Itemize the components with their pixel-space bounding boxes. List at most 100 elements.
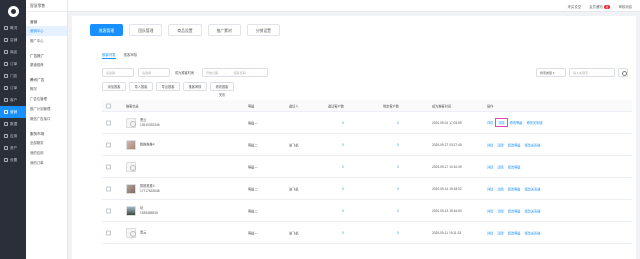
row-checkbox[interactable] bbox=[106, 230, 111, 235]
sidebar-item-10[interactable]: 资产 bbox=[0, 142, 26, 154]
row-checkbox[interactable] bbox=[106, 142, 111, 147]
row-checkbox[interactable] bbox=[106, 208, 111, 213]
subnav-item[interactable]: 广告位管理 bbox=[26, 94, 67, 104]
row-action-link[interactable]: 清除 bbox=[495, 118, 508, 127]
row-action-link[interactable]: 修改关系链 bbox=[525, 186, 541, 191]
row-action-link[interactable]: 修改等级 bbox=[508, 164, 521, 169]
row-action-link[interactable]: 修改等级 bbox=[510, 120, 523, 126]
subnav-item[interactable]: 推广计划管理 bbox=[26, 104, 67, 114]
search-icon[interactable] bbox=[618, 68, 628, 77]
subnav-item[interactable]: 微信广告接口 bbox=[26, 114, 67, 124]
top-link[interactable]: 来买说空 bbox=[568, 4, 582, 9]
top-bar: 来买说空 会员通知 新 审核消息 bbox=[68, 0, 640, 12]
subnav-item[interactable]: 渠道推荐 bbox=[26, 60, 67, 70]
avatar bbox=[126, 205, 136, 216]
row-action-link[interactable]: 详情 bbox=[487, 120, 493, 126]
bound-count[interactable]: 0 bbox=[397, 121, 399, 125]
row-action-link[interactable]: 详情 bbox=[487, 186, 493, 191]
member-notice[interactable]: 会员通知 新 bbox=[589, 4, 611, 9]
subnav-item[interactable]: 我的订单 bbox=[26, 158, 67, 168]
row-action-link[interactable]: 修改关系链 bbox=[525, 142, 541, 147]
bound-count[interactable]: 0 bbox=[397, 231, 399, 235]
action-button-0[interactable]: 添加推客 bbox=[102, 82, 126, 91]
row-action-link[interactable]: 修改等级 bbox=[508, 230, 521, 235]
row-checkbox[interactable] bbox=[106, 186, 111, 191]
row-action-link[interactable]: 详情 bbox=[487, 164, 493, 169]
row-actions: 详情 清除 修改等级 修改关系链 bbox=[487, 208, 540, 213]
row-action-link[interactable]: 清除 bbox=[497, 230, 503, 235]
sidebar-item-label: 商品 bbox=[10, 49, 18, 54]
search-input[interactable]: 输入关键字 bbox=[569, 68, 615, 77]
row-action-link[interactable]: 详情 bbox=[487, 208, 493, 213]
row-action-link[interactable]: 详情 bbox=[487, 142, 493, 147]
invited-count[interactable]: 0 bbox=[342, 231, 344, 235]
tab-0[interactable]: 推客管理 bbox=[90, 24, 124, 36]
bound-count[interactable]: 0 bbox=[397, 165, 399, 169]
bound-count[interactable]: 0 bbox=[397, 143, 399, 147]
row-checkbox[interactable] bbox=[106, 120, 111, 125]
tab-2[interactable]: 商品设置 bbox=[168, 24, 202, 36]
subnav-item[interactable]: 概况 bbox=[26, 84, 67, 94]
sidebar-item-9[interactable]: 应用 bbox=[0, 130, 26, 142]
invited-count[interactable]: 0 bbox=[342, 143, 344, 147]
row-action-link[interactable]: 修改关系链 bbox=[525, 230, 541, 235]
sidebar-item-4[interactable]: 门店 bbox=[0, 70, 26, 82]
store-icon bbox=[4, 38, 8, 42]
filter-select-2[interactable]: 请选择 bbox=[138, 68, 170, 77]
invited-count[interactable]: 0 bbox=[342, 121, 344, 125]
select-all-checkbox[interactable] bbox=[106, 103, 111, 108]
subtab-0[interactable]: 推客列表 bbox=[102, 52, 116, 59]
row-action-link[interactable]: 修改关系链 bbox=[527, 120, 543, 126]
sidebar-item-label: 订单 bbox=[10, 85, 18, 90]
sidebar-item-0[interactable]: 概况 bbox=[0, 22, 26, 34]
invited-count[interactable]: 0 bbox=[342, 209, 344, 213]
col-level: 等级 bbox=[248, 104, 255, 108]
sidebar-item-3[interactable]: 订单 bbox=[0, 58, 26, 70]
invited-count[interactable]: 0 bbox=[342, 165, 344, 169]
promoter-phone: 17717622648 bbox=[140, 188, 160, 193]
sidebar-item-5[interactable]: 订单 bbox=[0, 82, 26, 94]
action-button-3[interactable]: 推客审核 bbox=[183, 82, 207, 91]
join-time: 2020-09-11 19:11:33 bbox=[432, 230, 462, 235]
subnav-item[interactable]: 推广中心 bbox=[26, 36, 67, 46]
app-logo[interactable] bbox=[0, 0, 26, 22]
sidebar-item-11[interactable]: 设置 bbox=[0, 154, 26, 166]
subnav-item[interactable]: 我的应用 bbox=[26, 148, 67, 158]
bound-count[interactable]: 0 bbox=[397, 209, 399, 213]
row-action-link[interactable]: 修改等级 bbox=[508, 142, 521, 147]
invited-count[interactable]: 0 bbox=[342, 187, 344, 191]
filter-select-1[interactable]: 请选择 bbox=[102, 68, 134, 77]
row-action-link[interactable]: 修改等级 bbox=[508, 208, 521, 213]
row-action-link[interactable]: 修改等级 bbox=[508, 186, 521, 191]
bound-count[interactable]: 0 bbox=[397, 187, 399, 191]
tab-1[interactable]: 团队管理 bbox=[129, 24, 163, 36]
search-type-select[interactable]: 搜索类型 ▾ bbox=[536, 68, 566, 77]
sidebar-item-8[interactable]: 数据 bbox=[0, 118, 26, 130]
review-messages[interactable]: 审核消息 bbox=[618, 4, 632, 9]
avatar bbox=[126, 227, 136, 238]
subnav-item[interactable]: 营销中心 bbox=[26, 26, 67, 36]
row-action-link[interactable]: 清除 bbox=[497, 186, 503, 191]
action-button-1[interactable]: 导入推客 bbox=[129, 82, 153, 91]
date-range-picker[interactable]: 开始日期 ~ 结束日期 bbox=[202, 68, 268, 77]
sidebar-item-2[interactable]: 商品 bbox=[0, 46, 26, 58]
row-action-link[interactable]: 清除 bbox=[497, 164, 503, 169]
sidebar-item-1[interactable]: 店铺 bbox=[0, 34, 26, 46]
subnav-item[interactable]: 全部服务 bbox=[26, 138, 67, 148]
sidebar-item-6[interactable]: 客户 bbox=[0, 94, 26, 106]
col-time: 成为推客时间 bbox=[432, 104, 452, 108]
row-action-link[interactable]: 清除 bbox=[497, 142, 503, 147]
row-action-link[interactable]: 详情 bbox=[487, 230, 493, 235]
tab-3[interactable]: 推广素材 bbox=[207, 24, 241, 36]
row-checkbox[interactable] bbox=[106, 164, 111, 169]
sidebar-item-7[interactable]: 营销 bbox=[0, 106, 26, 118]
row-action-link[interactable]: 修改关系链 bbox=[525, 208, 541, 213]
row-action-link[interactable]: 清除 bbox=[497, 208, 503, 213]
subtab-1[interactable]: 推客审核 bbox=[124, 52, 138, 59]
action-button-4[interactable]: 修改推客关系 bbox=[210, 82, 234, 97]
join-time: 2020-09-01 17:03:59 bbox=[432, 120, 462, 125]
join-time: 2020-09-27 03:27:48 bbox=[432, 142, 462, 147]
col-info: 推客信息 bbox=[126, 104, 139, 108]
action-button-2[interactable]: 导出推客 bbox=[156, 82, 180, 91]
tab-4[interactable]: 分销设置 bbox=[246, 24, 280, 36]
